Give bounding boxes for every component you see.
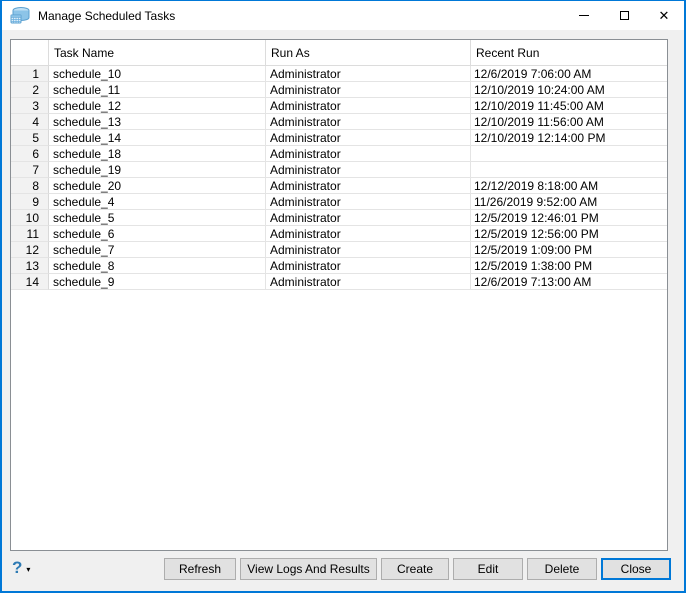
task-name-cell: schedule_18 — [49, 146, 266, 162]
delete-button[interactable]: Delete — [527, 558, 597, 580]
table-header-row: Task Name Run As Recent Run — [11, 40, 667, 66]
minimize-icon — [579, 15, 589, 16]
run-as-cell: Administrator — [266, 210, 471, 226]
title-bar: Manage Scheduled Tasks ✕ — [2, 1, 684, 30]
view-logs-and-results-button[interactable]: View Logs And Results — [240, 558, 377, 580]
row-number-cell: 6 — [11, 146, 49, 162]
run-as-cell: Administrator — [266, 178, 471, 194]
app-icon — [10, 7, 30, 24]
scheduled-tasks-table: Task Name Run As Recent Run 1 schedule_1… — [10, 39, 668, 551]
table-row[interactable]: 4 schedule_13 Administrator 12/10/2019 1… — [11, 114, 667, 130]
run-as-cell: Administrator — [266, 162, 471, 178]
table-row[interactable]: 11 schedule_6 Administrator 12/5/2019 12… — [11, 226, 667, 242]
table-row[interactable]: 2 schedule_11 Administrator 12/10/2019 1… — [11, 82, 667, 98]
row-number-cell: 12 — [11, 242, 49, 258]
task-name-cell: schedule_14 — [49, 130, 266, 146]
help-menu-button[interactable]: ? ▾ — [12, 557, 30, 579]
recent-run-cell: 11/26/2019 9:52:00 AM — [471, 194, 667, 210]
run-as-cell: Administrator — [266, 114, 471, 130]
table-row[interactable]: 7 schedule_19 Administrator — [11, 162, 667, 178]
run-as-cell: Administrator — [266, 194, 471, 210]
task-name-cell: schedule_4 — [49, 194, 266, 210]
recent-run-cell: 12/5/2019 1:38:00 PM — [471, 258, 667, 274]
recent-run-cell: 12/5/2019 12:56:00 PM — [471, 226, 667, 242]
recent-run-cell — [471, 162, 667, 178]
row-number-cell: 14 — [11, 274, 49, 290]
run-as-cell: Administrator — [266, 82, 471, 98]
run-as-cell: Administrator — [266, 66, 471, 82]
table-row[interactable]: 10 schedule_5 Administrator 12/5/2019 12… — [11, 210, 667, 226]
run-as-cell: Administrator — [266, 242, 471, 258]
chevron-down-icon: ▾ — [26, 564, 31, 574]
row-number-cell: 8 — [11, 178, 49, 194]
task-name-cell: schedule_20 — [49, 178, 266, 194]
row-number-cell: 10 — [11, 210, 49, 226]
row-number-cell: 1 — [11, 66, 49, 82]
task-name-cell: schedule_9 — [49, 274, 266, 290]
run-as-cell: Administrator — [266, 274, 471, 290]
column-header-recent-run[interactable]: Recent Run — [471, 40, 667, 66]
table-row[interactable]: 5 schedule_14 Administrator 12/10/2019 1… — [11, 130, 667, 146]
column-header-task-name[interactable]: Task Name — [49, 40, 266, 66]
close-icon: ✕ — [658, 8, 670, 23]
footer-button-bar: Refresh View Logs And Results Create Edi… — [164, 558, 671, 580]
recent-run-cell: 12/10/2019 11:56:00 AM — [471, 114, 667, 130]
window-controls: ✕ — [564, 1, 684, 30]
recent-run-cell: 12/6/2019 7:13:00 AM — [471, 274, 667, 290]
table-row[interactable]: 13 schedule_8 Administrator 12/5/2019 1:… — [11, 258, 667, 274]
table-row[interactable]: 9 schedule_4 Administrator 11/26/2019 9:… — [11, 194, 667, 210]
row-number-cell: 9 — [11, 194, 49, 210]
row-number-cell: 7 — [11, 162, 49, 178]
table-row[interactable]: 14 schedule_9 Administrator 12/6/2019 7:… — [11, 274, 667, 290]
column-header-run-as[interactable]: Run As — [266, 40, 471, 66]
row-number-cell: 13 — [11, 258, 49, 274]
manage-scheduled-tasks-dialog: Manage Scheduled Tasks ✕ Task Name Run A… — [0, 0, 686, 593]
run-as-cell: Administrator — [266, 226, 471, 242]
run-as-cell: Administrator — [266, 130, 471, 146]
run-as-cell: Administrator — [266, 258, 471, 274]
task-name-cell: schedule_19 — [49, 162, 266, 178]
row-number-cell: 4 — [11, 114, 49, 130]
task-name-cell: schedule_11 — [49, 82, 266, 98]
recent-run-cell: 12/5/2019 12:46:01 PM — [471, 210, 667, 226]
run-as-cell: Administrator — [266, 146, 471, 162]
create-button[interactable]: Create — [381, 558, 449, 580]
task-name-cell: schedule_12 — [49, 98, 266, 114]
help-icon: ? — [12, 558, 23, 577]
minimize-button[interactable] — [564, 1, 604, 30]
recent-run-cell: 12/10/2019 12:14:00 PM — [471, 130, 667, 146]
task-name-cell: schedule_5 — [49, 210, 266, 226]
close-window-button[interactable]: ✕ — [644, 1, 684, 30]
recent-run-cell: 12/12/2019 8:18:00 AM — [471, 178, 667, 194]
recent-run-cell — [471, 146, 667, 162]
window-title: Manage Scheduled Tasks — [38, 8, 176, 23]
table-row[interactable]: 1 schedule_10 Administrator 12/6/2019 7:… — [11, 66, 667, 82]
row-number-cell: 2 — [11, 82, 49, 98]
maximize-icon — [619, 11, 629, 20]
table-row[interactable]: 3 schedule_12 Administrator 12/10/2019 1… — [11, 98, 667, 114]
run-as-cell: Administrator — [266, 98, 471, 114]
row-number-cell: 11 — [11, 226, 49, 242]
refresh-button[interactable]: Refresh — [164, 558, 236, 580]
task-name-cell: schedule_10 — [49, 66, 266, 82]
column-header-row-number[interactable] — [11, 40, 49, 66]
recent-run-cell: 12/10/2019 10:24:00 AM — [471, 82, 667, 98]
task-name-cell: schedule_13 — [49, 114, 266, 130]
recent-run-cell: 12/10/2019 11:45:00 AM — [471, 98, 667, 114]
row-number-cell: 3 — [11, 98, 49, 114]
table-row[interactable]: 8 schedule_20 Administrator 12/12/2019 8… — [11, 178, 667, 194]
task-name-cell: schedule_7 — [49, 242, 266, 258]
row-number-cell: 5 — [11, 130, 49, 146]
recent-run-cell: 12/5/2019 1:09:00 PM — [471, 242, 667, 258]
task-name-cell: schedule_8 — [49, 258, 266, 274]
table-body: 1 schedule_10 Administrator 12/6/2019 7:… — [11, 66, 667, 290]
task-name-cell: schedule_6 — [49, 226, 266, 242]
table-row[interactable]: 6 schedule_18 Administrator — [11, 146, 667, 162]
edit-button[interactable]: Edit — [453, 558, 523, 580]
table-row[interactable]: 12 schedule_7 Administrator 12/5/2019 1:… — [11, 242, 667, 258]
maximize-button[interactable] — [604, 1, 644, 30]
recent-run-cell: 12/6/2019 7:06:00 AM — [471, 66, 667, 82]
close-button[interactable]: Close — [601, 558, 671, 580]
